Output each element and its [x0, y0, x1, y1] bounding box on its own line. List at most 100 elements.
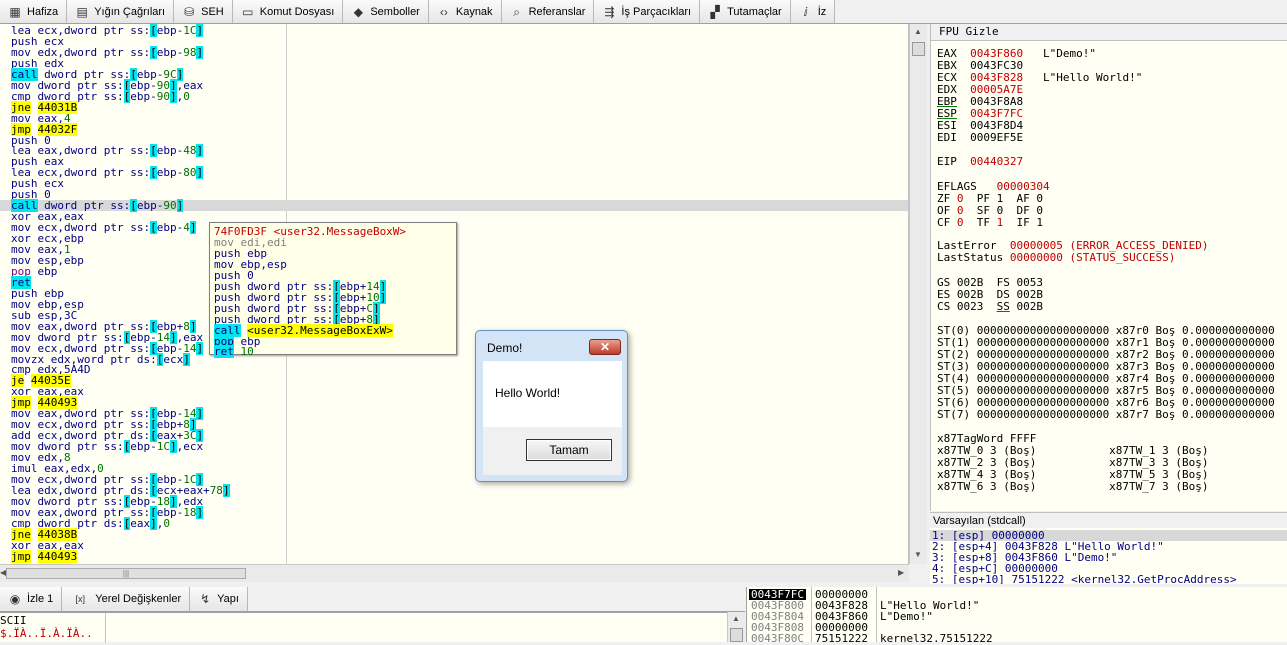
x87-tw-row[interactable]: x87TW_4 3 (Boş) x87TW_5 3 (Boş)	[937, 469, 1209, 480]
disasm-line[interactable]: jmp 44032F	[11, 122, 78, 136]
fpu-st-row[interactable]: ST(2) 00000000000000000000 x87r2 Boş 0.0…	[937, 349, 1275, 360]
close-icon[interactable]: ✕	[589, 339, 621, 355]
stack-divider	[876, 587, 877, 642]
registers-panel[interactable]: FPU Gizle EAX 0043F860 L"Demo!" EBX 0043F…	[930, 24, 1287, 511]
fpu-st-row[interactable]: ST(6) 00000000000000000000 x87r6 Boş 0.0…	[937, 397, 1275, 408]
tab-references[interactable]: ⌕ Referanslar	[501, 0, 595, 23]
flags-row[interactable]: ZF 0 PF 1 AF 0	[937, 193, 1043, 204]
register-eax[interactable]: EAX 0043F860 L"Demo!"	[937, 48, 1096, 59]
last-error[interactable]: LastError 00000005 (ERROR_ACCESS_DENIED)	[937, 240, 1209, 251]
segment-row[interactable]: CS 0023 SS 002B	[937, 301, 1043, 312]
register-ebx[interactable]: EBX 0043FC30	[937, 60, 1023, 71]
disasm-line[interactable]: mov ecx,dword ptr ss:[ebp-14]	[11, 341, 204, 355]
x87-tw-row[interactable]: x87TW_0 3 (Boş) x87TW_1 3 (Boş)	[937, 445, 1209, 456]
stack-divider	[811, 587, 812, 642]
scroll-right-icon[interactable]: ▶	[898, 568, 904, 577]
dialog-body: Hello World!	[483, 361, 622, 427]
register-ebp[interactable]: EBP 0043F8A8	[937, 96, 1023, 107]
fpu-st-row[interactable]: ST(3) 00000000000000000000 x87r3 Boş 0.0…	[937, 361, 1275, 372]
tab-label: Semboller	[370, 5, 420, 18]
x87-tagword[interactable]: x87TagWord FFFF	[937, 433, 1036, 444]
tab-locals[interactable]: [x] Yerel Değişkenler	[62, 587, 191, 611]
register-eip[interactable]: EIP 00440327	[937, 156, 1023, 167]
tab-label: Yığın Çağrıları	[94, 5, 166, 18]
fpu-st-row[interactable]: ST(1) 00000000000000000000 x87r1 Boş 0.0…	[937, 337, 1275, 348]
calling-convention-header[interactable]: Varsayılan (stdcall)	[930, 512, 1287, 528]
tab-threads[interactable]: ⇶ İş Parçacıkları	[594, 0, 701, 23]
register-esi[interactable]: ESI 0043F8D4	[937, 120, 1023, 131]
scroll-thumb[interactable]	[730, 628, 743, 642]
stack-comment: L"Demo!"	[880, 610, 933, 623]
flags-row[interactable]: CF 0 TF 1 IF 1	[937, 217, 1043, 228]
locals-icon: [x]	[75, 594, 86, 604]
tab-seh[interactable]: ⛁ SEH	[174, 0, 233, 23]
disasm-line[interactable]: mov dword ptr ss:[ebp-14],eax	[11, 330, 203, 344]
disassembly-vertical-scrollbar[interactable]: ▲ ▼	[909, 24, 927, 564]
fpu-st-row[interactable]: ST(7) 00000000000000000000 x87r7 Boş 0.0…	[937, 409, 1275, 420]
register-eflags[interactable]: EFLAGS 00000304	[937, 181, 1050, 192]
tab-struct[interactable]: ↯ Yapı	[190, 587, 248, 611]
dump-row: $.ÏÀ..Ï.À.ÏÀ..	[0, 627, 93, 640]
memory-dump-view[interactable]: SCII $.ÏÀ..Ï.À.ÏÀ..	[0, 612, 745, 643]
references-icon: ⌕	[513, 4, 520, 19]
scroll-thumb[interactable]	[912, 42, 925, 56]
tab-trace[interactable]: ⅈ İz	[790, 0, 836, 23]
disasm-line[interactable]: call dword ptr ss:[ebp-90]	[0, 199, 908, 213]
struct-icon: ↯	[200, 592, 211, 606]
hscroll-thumb[interactable]: |||	[6, 568, 246, 579]
scroll-up-icon[interactable]: ▲	[732, 614, 740, 623]
segment-row[interactable]: GS 002B FS 0053	[937, 277, 1043, 288]
calling-convention-args[interactable]: 1: [esp] 00000000 2: [esp+4] 0043F828 L"H…	[930, 528, 1287, 584]
tab-label: Tutamaçlar	[727, 5, 782, 18]
tab-callstack[interactable]: ▤ Yığın Çağrıları	[67, 0, 175, 23]
fpu-st-row[interactable]: ST(4) 00000000000000000000 x87r4 Boş 0.0…	[937, 373, 1275, 384]
dump-divider	[105, 613, 106, 643]
register-esp[interactable]: ESP 0043F7FC	[937, 108, 1023, 119]
register-ecx[interactable]: ECX 0043F828 L"Hello World!"	[937, 72, 1142, 83]
trace-icon: ⅈ	[803, 4, 808, 19]
scroll-up-icon[interactable]: ▲	[914, 27, 922, 36]
fpu-st-row[interactable]: ST(0) 00000000000000000000 x87r0 Boş 0.0…	[937, 325, 1275, 336]
popup-line: ret 10	[214, 345, 254, 359]
tab-memory[interactable]: ▦ Hafiza	[0, 0, 68, 23]
handles-icon: ▞	[710, 4, 720, 19]
tab-handles[interactable]: ▞ Tutamaçlar	[700, 0, 791, 23]
disasm-line[interactable]: mov eax,4	[11, 113, 71, 124]
disasm-line[interactable]: jmp 440493	[11, 549, 78, 563]
fpu-toggle-button[interactable]: FPU Gizle	[931, 24, 1287, 41]
tab-label: Kaynak	[455, 5, 493, 18]
tab-source[interactable]: ‹› Kaynak	[428, 0, 502, 23]
memory-icon: ▦	[9, 4, 21, 19]
x87-tw-row[interactable]: x87TW_2 3 (Boş) x87TW_3 3 (Boş)	[937, 457, 1209, 468]
fpu-st-row[interactable]: ST(5) 00000000000000000000 x87r5 Boş 0.0…	[937, 385, 1275, 396]
dialog-title: Demo!	[487, 341, 523, 355]
tab-label: SEH	[201, 5, 224, 18]
dialog-message: Hello World!	[495, 386, 561, 400]
tab-script[interactable]: ▭ Komut Dosyası	[232, 0, 344, 23]
disassembly-horizontal-scrollbar[interactable]: ◀ ||| ▶	[0, 564, 909, 582]
popup-line: push dword ptr ss:[ebp+C]	[214, 301, 380, 315]
source-icon: ‹›	[439, 4, 448, 19]
flags-row[interactable]: OF 0 SF 0 DF 0	[937, 205, 1043, 216]
scroll-down-icon[interactable]: ▼	[914, 550, 922, 559]
tab-watch[interactable]: ◉ İzle 1	[0, 587, 63, 611]
ok-button[interactable]: Tamam	[526, 439, 612, 461]
dump-column-header: SCII	[0, 614, 27, 627]
symbols-icon: ◆	[353, 4, 363, 19]
stack-view[interactable]: 0043F7FC 00000000 0043F800 0043F828 L"Hello …	[746, 587, 1287, 644]
last-status[interactable]: LastStatus 00000000 (STATUS_SUCCESS)	[937, 252, 1175, 263]
register-edi[interactable]: EDI 0009EF5E	[937, 132, 1023, 143]
segment-row[interactable]: ES 002B DS 002B	[937, 289, 1043, 300]
disasm-line[interactable]: xor eax,eax	[11, 540, 84, 551]
tab-label: Hafiza	[27, 5, 59, 18]
dialog-footer: Tamam	[483, 427, 622, 475]
tab-label: İz	[817, 5, 827, 18]
callconv-arg[interactable]: 5: [esp+10] 75151222 <kernel32.GetProcAd…	[932, 574, 1237, 584]
seh-icon: ⛁	[184, 4, 195, 19]
message-box-dialog: Demo! ✕ Hello World! Tamam	[475, 330, 628, 482]
register-edx[interactable]: EDX 00005A7E	[937, 84, 1023, 95]
bottom-tab-bar: ◉ İzle 1 [x] Yerel Değişkenler ↯ Yapı	[0, 587, 745, 612]
dump-scrollbar[interactable]: ▲	[727, 612, 745, 642]
x87-tw-row[interactable]: x87TW_6 3 (Boş) x87TW_7 3 (Boş)	[937, 481, 1209, 492]
tab-symbols[interactable]: ◆ Semboller	[343, 0, 429, 23]
